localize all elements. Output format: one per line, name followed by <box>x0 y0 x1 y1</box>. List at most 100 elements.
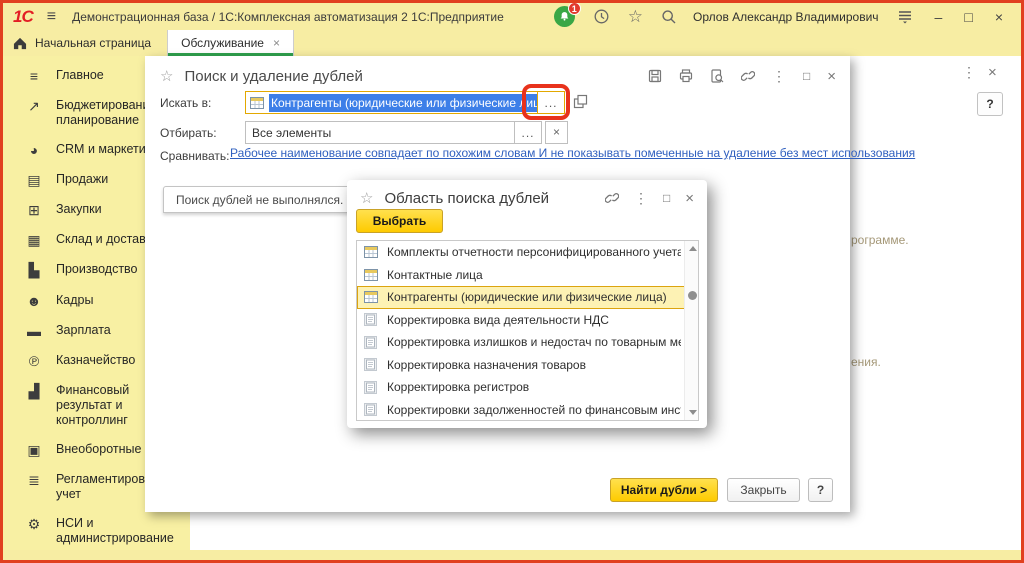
modal-close-icon[interactable]: × <box>685 190 694 207</box>
sidebar-item-label: Зарплата <box>56 323 111 338</box>
sidebar-item-label: НСИ и администрирование <box>56 516 186 546</box>
search-in-label: Искать в: <box>160 96 211 110</box>
dialog-toolbar: ⋮ □ × <box>648 68 836 85</box>
search-icon[interactable] <box>661 9 677 25</box>
salary-icon: ▬ <box>25 323 43 339</box>
list-item[interactable]: Корректировка излишков и недостач по тов… <box>357 331 698 354</box>
preview-icon[interactable] <box>710 69 724 83</box>
list-item[interactable]: Контрагенты (юридические или физические … <box>357 286 698 309</box>
history-icon[interactable] <box>593 8 610 25</box>
favorite-star-icon[interactable]: ☆ <box>160 67 173 85</box>
window-title: Демонстрационная база / 1С:Комплексная а… <box>72 10 504 24</box>
notifications-button[interactable]: 1 <box>554 6 575 27</box>
scroll-up-icon[interactable] <box>689 246 697 251</box>
dialog-header: ☆ Поиск и удаление дублей ⋮ □ × <box>145 56 850 85</box>
scroll-thumb[interactable] <box>688 291 697 300</box>
scroll-down-icon[interactable] <box>689 410 697 415</box>
document-icon <box>364 381 378 394</box>
list-scrollbar[interactable] <box>684 241 698 420</box>
tab-close-icon[interactable]: × <box>273 36 280 50</box>
tab-home-label: Начальная страница <box>35 36 151 50</box>
print-icon[interactable] <box>679 69 693 83</box>
list-item[interactable]: Корректировки задолженностей по финансов… <box>357 399 698 422</box>
catalog-icon <box>364 269 378 281</box>
compare-rule-link[interactable]: Рабочее наименование совпадает по похожи… <box>230 146 830 160</box>
search-in-field[interactable]: Контрагенты (юридические или физические … <box>245 91 565 114</box>
filter-value: Все элементы <box>252 126 331 140</box>
hr-icon: ☻ <box>25 293 43 309</box>
filter-label: Отбирать: <box>160 126 217 140</box>
tab-home-page[interactable]: Начальная страница <box>3 30 167 56</box>
sales-icon: ▤ <box>25 172 43 188</box>
tab-service[interactable]: Обслуживание × <box>167 30 294 56</box>
purchases-icon: ⊞ <box>25 202 43 218</box>
search-area-modal: ☆ Область поиска дублей ⋮ □ × Выбрать Ко… <box>347 180 707 428</box>
search-in-value: Контрагенты (юридические или физические … <box>269 94 537 112</box>
modal-title: Область поиска дублей <box>384 190 549 207</box>
list-item-label: Корректировка регистров <box>387 380 529 394</box>
modal-maximize-icon[interactable]: □ <box>663 191 670 205</box>
regulated-icon: ≣ <box>25 472 43 488</box>
sidebar-item-label: Главное <box>56 68 104 83</box>
compare-label: Сравнивать: <box>160 149 229 163</box>
sidebar-item-label: Продажи <box>56 172 108 187</box>
sidebar-item-nsi[interactable]: ⚙ НСИ и администрирование <box>3 509 190 550</box>
sidebar-item-label: Производство <box>56 262 138 277</box>
document-icon <box>364 336 378 349</box>
select-button[interactable]: Выбрать <box>356 209 443 233</box>
dialog-help-button[interactable]: ? <box>808 478 833 502</box>
dialog-title: Поиск и удаление дублей <box>184 68 362 85</box>
minimize-button[interactable]: – <box>935 9 943 25</box>
main-menu-icon[interactable]: ≡ <box>47 8 56 26</box>
list-item[interactable]: Корректировка назначения товаров <box>357 354 698 377</box>
title-bar: 1С ≡ Демонстрационная база / 1С:Комплекс… <box>3 3 1021 30</box>
favorite-star-icon[interactable]: ☆ <box>360 189 373 207</box>
treasury-icon: ℗ <box>25 353 43 369</box>
sidebar-item-label: Склад и доставка <box>56 232 158 247</box>
filter-ellipsis-button[interactable]: ... <box>514 122 541 143</box>
search-area-list: Комплекты отчетности персонифицированног… <box>356 240 699 421</box>
tab-bar: Начальная страница Обслуживание × <box>3 30 1021 56</box>
crm-icon: ◕ <box>25 142 43 158</box>
close-window-button[interactable]: × <box>995 9 1003 25</box>
sidebar-item-label: CRM и маркетинг <box>56 142 157 157</box>
get-link-icon[interactable] <box>741 69 755 83</box>
sidebar-item-label: Кадры <box>56 293 93 308</box>
bottom-strip <box>3 550 1021 560</box>
document-icon <box>364 358 378 371</box>
workspace-close-icon[interactable]: × <box>988 64 997 81</box>
catalog-icon <box>364 246 378 258</box>
1c-logo-icon: 1С <box>13 7 33 27</box>
filter-field[interactable]: Все элементы ... <box>245 121 542 144</box>
workspace-more-icon[interactable]: ⋮ <box>962 64 976 81</box>
dialog-close-icon[interactable]: × <box>827 68 836 85</box>
list-item[interactable]: Комплекты отчетности персонифицированног… <box>357 241 698 264</box>
list-item-label: Комплекты отчетности персонифицированног… <box>387 245 681 259</box>
nsi-icon: ⚙ <box>25 516 43 532</box>
favorites-star-icon[interactable]: ☆ <box>628 7 643 27</box>
close-dialog-button[interactable]: Закрыть <box>727 478 800 502</box>
dialog-maximize-icon[interactable]: □ <box>803 69 810 83</box>
find-duplicates-button[interactable]: Найти дубли > <box>610 478 718 502</box>
collapse-panels-icon[interactable] <box>897 10 913 24</box>
catalog-icon <box>364 291 378 303</box>
list-item-label: Корректировка вида деятельности НДС <box>387 313 609 327</box>
list-item-label: Контрагенты (юридические или физические … <box>387 290 667 304</box>
application-window: 1С ≡ Демонстрационная база / 1С:Комплекс… <box>0 0 1024 563</box>
list-item[interactable]: Контактные лица <box>357 264 698 287</box>
filter-clear-button[interactable]: × <box>545 121 568 144</box>
current-user[interactable]: Орлов Александр Владимирович <box>693 10 879 24</box>
get-link-icon[interactable] <box>605 191 619 205</box>
tab-service-label: Обслуживание <box>181 36 264 50</box>
dialog-more-icon[interactable]: ⋮ <box>772 68 786 85</box>
maximize-button[interactable]: □ <box>964 9 972 25</box>
budget-icon: ↗ <box>25 98 43 114</box>
workspace-help-button[interactable]: ? <box>977 92 1003 116</box>
open-value-icon[interactable] <box>573 94 588 109</box>
annotation-highlight <box>522 84 570 120</box>
modal-more-icon[interactable]: ⋮ <box>634 190 648 207</box>
sidebar-item-label: Казначейство <box>56 353 135 368</box>
save-icon[interactable] <box>648 69 662 83</box>
list-item[interactable]: Корректировка регистров <box>357 376 698 399</box>
list-item[interactable]: Корректировка вида деятельности НДС <box>357 309 698 332</box>
